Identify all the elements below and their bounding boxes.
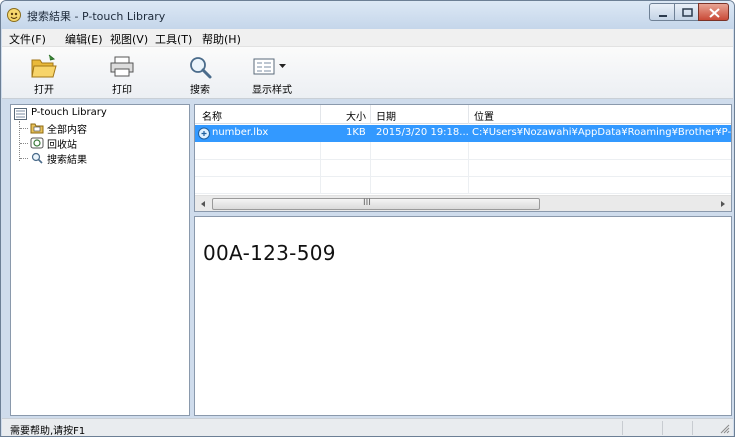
status-bar: 需要帮助,请按F1 xyxy=(2,418,733,436)
open-button[interactable]: 打开 xyxy=(24,47,64,99)
column-header-location[interactable]: 位置 xyxy=(474,108,494,123)
tree-item-label: 回收站 xyxy=(47,140,77,151)
search-button[interactable]: 搜索 xyxy=(180,47,220,99)
lbx-file-icon xyxy=(198,127,210,140)
menu-file[interactable]: 文件(F) xyxy=(9,31,46,47)
display-style-button[interactable]: 显示样式 xyxy=(244,47,300,99)
horizontal-scrollbar[interactable]: III xyxy=(195,195,731,211)
folder-tree: P-touch Library 全部内容 回收站 搜索結果 xyxy=(10,104,190,416)
scroll-left-icon[interactable] xyxy=(199,200,207,208)
tree-item-all-contents[interactable]: 全部内容 xyxy=(30,121,180,136)
window-title: 搜索結果 - P-touch Library xyxy=(27,10,166,23)
menu-help[interactable]: 帮助(H) xyxy=(202,31,241,47)
column-header-size[interactable]: 大小 xyxy=(346,108,366,123)
scroll-grip: III xyxy=(363,198,371,208)
search-icon xyxy=(190,57,212,79)
column-header-name[interactable]: 名称 xyxy=(202,108,222,123)
tree-item-label: 全部内容 xyxy=(47,125,87,136)
folder-icon xyxy=(30,123,44,134)
maximize-icon xyxy=(682,8,693,17)
file-list: 名称 大小 日期 位置 number.lbx 1KB 2015/3/20 19:… xyxy=(194,104,732,212)
tree-item-library[interactable]: P-touch Library xyxy=(14,107,184,121)
menu-bar: 文件(F) 编辑(E) 视图(V) 工具(T) 帮助(H) xyxy=(2,29,733,47)
list-header: 名称 大小 日期 位置 xyxy=(195,105,731,124)
cell-date: 2015/3/20 19:18... xyxy=(376,127,469,138)
tree-item-label: P-touch Library xyxy=(31,107,107,118)
preview-text: 00A-123-509 xyxy=(203,241,336,265)
folder-open-icon xyxy=(31,54,57,78)
menu-edit[interactable]: 编辑(E) xyxy=(65,31,103,47)
table-row[interactable]: number.lbx 1KB 2015/3/20 19:18... C:¥Use… xyxy=(195,125,732,142)
minimize-icon xyxy=(659,15,667,17)
status-text: 需要帮助,请按F1 xyxy=(10,426,86,437)
scrollbar-thumb[interactable]: III xyxy=(212,198,540,210)
cell-size: 1KB xyxy=(346,127,366,138)
tree-item-label: 搜索結果 xyxy=(47,155,87,166)
library-icon xyxy=(14,108,27,120)
print-button[interactable]: 打印 xyxy=(102,47,142,99)
menu-tools[interactable]: 工具(T) xyxy=(155,31,192,47)
label-preview: 00A-123-509 xyxy=(194,216,732,416)
resize-grip-icon[interactable] xyxy=(720,424,730,434)
search-label: 搜索 xyxy=(190,85,210,96)
menu-view[interactable]: 视图(V) xyxy=(110,31,148,47)
tree-item-search-results[interactable]: 搜索結果 xyxy=(30,151,180,166)
column-header-date[interactable]: 日期 xyxy=(376,108,396,123)
minimize-button[interactable] xyxy=(649,3,675,21)
open-label: 打开 xyxy=(34,85,54,96)
toolbar: 打开 打印 搜索 显示样式 xyxy=(2,47,733,99)
main-window: 搜索結果 - P-touch Library 文件(F) 编辑(E) 视图(V)… xyxy=(0,0,735,437)
cell-location: C:¥Users¥Nozawahi¥AppData¥Roaming¥Brothe… xyxy=(472,127,732,138)
display-style-label: 显示样式 xyxy=(252,85,292,96)
display-style-icon xyxy=(253,58,286,75)
app-icon xyxy=(7,8,21,22)
close-icon xyxy=(709,8,720,18)
maximize-button[interactable] xyxy=(674,3,699,21)
tree-item-recycle-bin[interactable]: 回收站 xyxy=(30,136,180,151)
title-bar[interactable]: 搜索結果 - P-touch Library xyxy=(1,1,734,29)
recycle-bin-icon xyxy=(30,137,44,149)
close-button[interactable] xyxy=(698,3,729,21)
cell-name: number.lbx xyxy=(212,127,269,138)
search-icon xyxy=(31,152,43,164)
scroll-right-icon[interactable] xyxy=(719,200,727,208)
printer-icon xyxy=(110,56,134,77)
print-label: 打印 xyxy=(112,85,132,96)
